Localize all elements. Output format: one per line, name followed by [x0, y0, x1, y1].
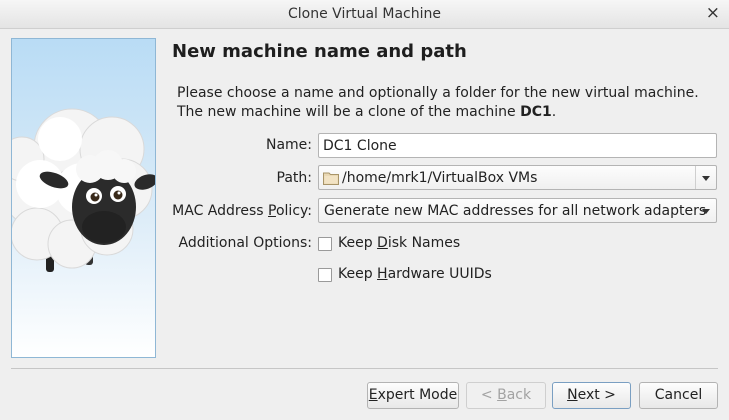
mac-policy-select[interactable]: Generate new MAC addresses for all netwo… — [318, 198, 717, 223]
keep-hardware-uuids-label: Keep Hardware UUIDs — [338, 266, 492, 282]
additional-options-label: Additional Options: — [178, 235, 312, 251]
next-button[interactable]: Next > — [552, 382, 631, 409]
checkbox-box[interactable] — [318, 237, 332, 251]
mac-policy-label: MAC Address Policy: — [172, 203, 312, 219]
description-end: . — [551, 104, 557, 120]
description-text: Please choose a name and optionally a fo… — [177, 85, 699, 120]
source-machine-name: DC1 — [520, 104, 552, 120]
window-title: Clone Virtual Machine — [288, 6, 441, 22]
name-label: Name: — [265, 137, 312, 153]
mac-policy-value: Generate new MAC addresses for all netwo… — [324, 203, 707, 219]
page-description: Please choose a name and optionally a fo… — [177, 84, 707, 122]
wizard-side-image — [11, 38, 156, 358]
close-icon[interactable]: × — [706, 3, 720, 23]
chevron-down-icon[interactable] — [696, 199, 716, 222]
name-input[interactable] — [319, 134, 716, 157]
path-label: Path: — [276, 170, 312, 186]
path-combobox[interactable]: /home/mrk1/VirtualBox VMs — [318, 165, 717, 190]
cancel-button[interactable]: Cancel — [639, 382, 718, 409]
chevron-down-icon[interactable] — [695, 166, 716, 189]
path-value: /home/mrk1/VirtualBox VMs — [342, 170, 538, 186]
footer-separator — [11, 368, 718, 369]
back-button[interactable]: < Back — [466, 382, 546, 409]
sheep-illustration — [12, 108, 155, 272]
window-titlebar: Clone Virtual Machine × — [0, 0, 729, 29]
expert-mode-button[interactable]: Expert Mode — [367, 382, 459, 409]
keep-disk-names-label: Keep Disk Names — [338, 235, 461, 251]
folder-icon — [323, 172, 339, 185]
checkbox-box[interactable] — [318, 268, 332, 282]
name-field-frame — [318, 133, 717, 158]
page-title: New machine name and path — [172, 41, 467, 62]
